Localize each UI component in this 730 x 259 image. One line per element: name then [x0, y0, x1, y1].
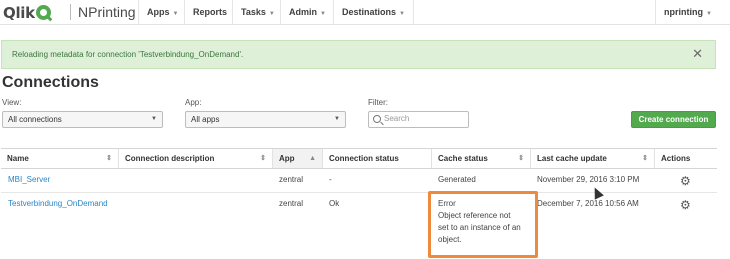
column-header-actions: Actions	[655, 149, 717, 168]
view-select[interactable]: All connections ▼	[2, 111, 163, 128]
gear-icon[interactable]: ⚙	[680, 174, 691, 188]
close-icon[interactable]: ✕	[692, 47, 703, 62]
header-label: Actions	[661, 154, 691, 163]
header-label: Connection description	[125, 154, 215, 163]
last-cache-update-cell: November 29, 2016 3:10 PM	[537, 175, 640, 184]
sort-icon: ⇕	[518, 155, 524, 162]
app-cell: zentral	[279, 175, 304, 184]
nav-tasks-label: Tasks	[241, 7, 266, 17]
chevron-down-icon: ▼	[706, 11, 712, 17]
cache-status-cell: Generated	[438, 175, 476, 184]
chevron-down-icon: ▼	[320, 11, 326, 17]
column-header-connection-status[interactable]: Connection status	[323, 149, 432, 168]
error-highlight-box	[428, 191, 538, 258]
user-name: nprinting	[664, 7, 703, 17]
nav-destinations[interactable]: Destinations ▼	[333, 0, 414, 25]
column-header-name[interactable]: Name ⇕	[1, 149, 119, 168]
filter-label: Filter:	[368, 98, 388, 107]
app-select[interactable]: All apps ▼	[185, 111, 346, 128]
column-header-cache-status[interactable]: Cache status ⇕	[432, 149, 531, 168]
create-connection-button[interactable]: Create connection	[631, 111, 716, 128]
logo-divider	[70, 4, 71, 20]
view-label: View:	[2, 98, 22, 107]
chevron-down-icon: ▼	[334, 116, 340, 122]
connection-name-link[interactable]: Testverbindung_OnDemand	[8, 199, 108, 208]
search-placeholder: Search	[384, 114, 410, 123]
column-header-last-cache-update[interactable]: Last cache update ⇕	[531, 149, 655, 168]
chevron-down-icon: ▼	[172, 11, 179, 17]
search-icon	[373, 115, 381, 123]
product-name: NPrinting	[78, 4, 136, 20]
column-header-description[interactable]: Connection description ⇕	[119, 149, 273, 168]
app-select-value: All apps	[191, 115, 220, 124]
sort-icon: ⇕	[260, 155, 266, 162]
connection-name-link[interactable]: MBI_Server	[8, 175, 50, 184]
table-header: Name ⇕ Connection description ⇕ App ▲ Conne…	[1, 148, 717, 169]
sort-icon: ⇕	[106, 155, 112, 162]
search-input[interactable]: Search	[368, 111, 469, 128]
header-label: Last cache update	[537, 154, 607, 163]
nav-admin[interactable]: Admin ▼	[280, 0, 334, 25]
last-cache-update-cell: December 7, 2016 10:56 AM	[537, 199, 639, 208]
nav-reports[interactable]: Reports	[184, 0, 235, 25]
column-header-app[interactable]: App ▲	[273, 149, 323, 168]
chevron-down-icon: ▼	[268, 11, 275, 17]
chevron-down-icon: ▼	[399, 11, 405, 17]
logo-text: Qlik	[3, 3, 35, 22]
mouse-cursor-icon	[590, 185, 604, 200]
header-label: Connection status	[329, 154, 399, 163]
header-label: App	[279, 154, 295, 163]
header-label: Name	[7, 154, 29, 163]
view-select-value: All connections	[8, 115, 62, 124]
nav-tasks[interactable]: Tasks ▼	[232, 0, 283, 25]
nav-admin-label: Admin	[289, 7, 317, 17]
app-cell: zentral	[279, 199, 304, 208]
notification-text: Reloading metadata for connection 'Testv…	[12, 50, 244, 59]
app-label: App:	[185, 98, 202, 107]
nav-apps-label: Apps	[147, 7, 170, 17]
sort-ascending-icon: ▲	[309, 155, 316, 162]
sort-icon: ⇕	[642, 155, 648, 162]
chevron-down-icon: ▼	[151, 116, 157, 122]
user-menu[interactable]: nprinting ▼	[655, 0, 730, 25]
top-navigation-bar: Qlik NPrinting Apps ▼ Reports Tasks ▼ Admi…	[0, 0, 730, 25]
nav-reports-label: Reports	[193, 7, 228, 17]
logo-q-icon	[35, 5, 51, 20]
qlik-logo[interactable]: Qlik	[3, 3, 51, 22]
nav-apps[interactable]: Apps ▼	[138, 0, 186, 25]
row-divider	[1, 192, 717, 193]
nav-destinations-label: Destinations	[342, 7, 397, 17]
gear-icon[interactable]: ⚙	[680, 198, 691, 212]
header-label: Cache status	[438, 154, 488, 163]
connection-status-cell: -	[329, 175, 332, 184]
connection-status-cell: Ok	[329, 199, 340, 208]
success-notification: Reloading metadata for connection 'Testv…	[1, 40, 716, 69]
page-title: Connections	[2, 74, 99, 91]
